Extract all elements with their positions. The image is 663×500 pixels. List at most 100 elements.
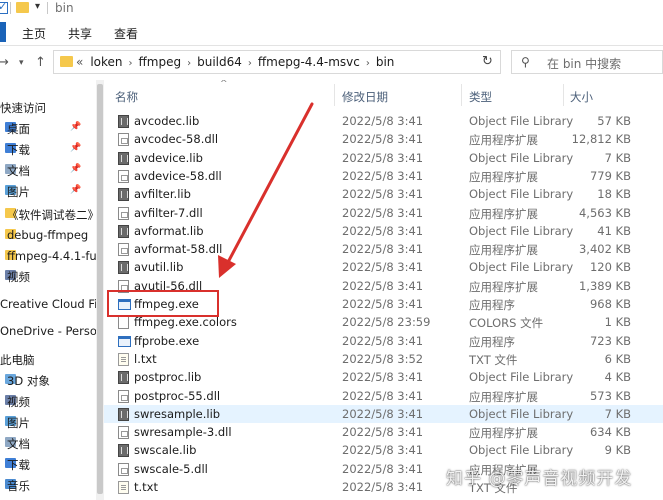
exe-file-icon: [118, 335, 131, 347]
lib-file-icon: [118, 444, 129, 458]
file-date: 2022/5/8 3:41: [342, 223, 424, 238]
tab-view[interactable]: 查看: [114, 25, 138, 42]
table-row[interactable]: avutil.lib 2022/5/8 3:41 Object File Libra…: [104, 258, 663, 276]
file-type: 应用程序扩展: [469, 206, 538, 221]
file-type: Object File Library: [469, 223, 574, 238]
search-box[interactable]: ⚲ 在 bin 中搜索: [511, 50, 663, 74]
sidebar-item[interactable]: 桌面 📌: [0, 118, 96, 139]
table-row[interactable]: ffprobe.exe 2022/5/8 3:41 应用程序 723 KB: [104, 332, 663, 350]
sidebar-item[interactable]: 音乐: [0, 475, 96, 496]
chevron-right-icon[interactable]: ›: [187, 58, 191, 69]
table-row[interactable]: swscale.lib 2022/5/8 3:41 Object File Libr…: [104, 441, 663, 459]
sidebar-item[interactable]: 此电脑: [0, 349, 96, 370]
sidebar-item[interactable]: 视频: [0, 266, 96, 287]
sidebar-item-label: 下载: [7, 143, 30, 157]
sidebar-item[interactable]: 下载: [0, 454, 96, 475]
table-row[interactable]: avfilter.lib 2022/5/8 3:41 Object File Lib…: [104, 185, 663, 203]
sidebar-item[interactable]: 下载 📌: [0, 139, 96, 160]
watermark-text: 知乎 @零声音视频开发: [446, 469, 633, 489]
chevron-right-icon[interactable]: ›: [366, 58, 370, 69]
file-name: postproc-55.dll: [134, 388, 221, 403]
table-row[interactable]: postproc-55.dll 2022/5/8 3:41 应用程序扩展 573 KB: [104, 387, 663, 405]
file-name: swresample-3.dll: [134, 425, 232, 440]
lib-file-icon: [118, 115, 129, 128]
file-type: Object File Library: [469, 150, 574, 165]
file-menu-button[interactable]: [0, 22, 6, 42]
table-row[interactable]: avcodec.lib 2022/5/8 3:41 Object File Libr…: [104, 112, 663, 130]
breadcrumb-item[interactable]: bin: [376, 55, 395, 69]
sidebar-item[interactable]: 视频: [0, 391, 96, 412]
sidebar-item[interactable]: debug-ffmpeg: [0, 225, 96, 246]
scrollbar[interactable]: [96, 80, 104, 500]
sidebar-item[interactable]: 《软件调试卷二》: [0, 204, 96, 225]
file-name: ffmpeg.exe.colors: [134, 315, 237, 330]
folder-icon: [60, 56, 73, 67]
column-divider[interactable]: [334, 84, 335, 106]
table-row[interactable]: avfilter-7.dll 2022/5/8 3:41 应用程序扩展 4,563 K…: [104, 204, 663, 222]
up-arrow-icon[interactable]: ↑: [35, 55, 46, 70]
pin-icon[interactable]: 📌: [70, 143, 81, 153]
sidebar-item[interactable]: 3D 对象: [0, 370, 96, 391]
forward-icon[interactable]: →: [0, 55, 9, 70]
chevron-right-icon[interactable]: ›: [129, 58, 133, 69]
lib-file-icon: [118, 151, 129, 165]
tab-home[interactable]: 主页: [22, 25, 46, 42]
column-header-size[interactable]: 大小: [570, 89, 593, 105]
file-name: avformat-58.dll: [134, 242, 223, 257]
column-divider[interactable]: [461, 84, 462, 106]
pin-icon[interactable]: 📌: [70, 185, 81, 195]
checkbox-icon[interactable]: [0, 0, 8, 14]
search-input[interactable]: 在 bin 中搜索: [547, 55, 621, 72]
recent-dropdown-icon[interactable]: ▾: [19, 58, 24, 68]
file-name: avdevice.lib: [134, 150, 203, 165]
file-date: 2022/5/8 3:41: [342, 132, 424, 147]
txt-file-icon: [118, 481, 129, 494]
file-type: 应用程序扩展: [469, 279, 538, 294]
chevron-right-icon[interactable]: ›: [248, 58, 252, 69]
file-date: 2022/5/8 3:41: [342, 150, 424, 165]
breadcrumb-item[interactable]: build64: [197, 55, 242, 69]
table-row[interactable]: swresample.lib 2022/5/8 3:41 Object File L…: [104, 404, 663, 423]
table-row[interactable]: avdevice-58.dll 2022/5/8 3:41 应用程序扩展 779 KB: [104, 167, 663, 185]
quick-access-dropdown-icon[interactable]: ▾: [35, 1, 40, 12]
tab-share[interactable]: 共享: [68, 25, 92, 42]
lib-file-icon: [118, 224, 129, 238]
column-header-date[interactable]: 修改日期: [342, 89, 388, 105]
file-name: postproc.lib: [134, 370, 202, 385]
breadcrumb-item[interactable]: ffmepg-4.4-msvc: [258, 55, 360, 69]
address-bar[interactable]: « loken › ffmpeg › build64 › ffmepg-4.4-msvc › bi…: [53, 50, 518, 74]
column-header-name[interactable]: 名称: [115, 89, 138, 105]
sidebar-item[interactable]: 文档: [0, 433, 96, 454]
sidebar-item[interactable]: 图片 📌: [0, 181, 96, 202]
file-date: 2022/5/8 3:52: [342, 351, 424, 366]
sidebar-item[interactable]: 图片: [0, 412, 96, 433]
file-size: 41 KB: [597, 223, 631, 238]
refresh-icon[interactable]: ↻: [482, 54, 493, 69]
table-row[interactable]: swresample-3.dll 2022/5/8 3:41 应用程序扩展 634 K…: [104, 423, 663, 441]
column-divider[interactable]: [563, 84, 564, 106]
sidebar-item[interactable]: 快速访问: [0, 97, 96, 118]
file-name: l.txt: [134, 351, 157, 366]
pin-icon[interactable]: 📌: [70, 122, 81, 132]
file-size: 120 KB: [589, 260, 631, 275]
sidebar-item-label: debug-ffmpeg: [7, 228, 89, 242]
file-name: swscale-5.dll: [134, 461, 208, 476]
file-type: Object File Library: [469, 443, 574, 458]
file-size: 723 KB: [589, 333, 631, 348]
table-row[interactable]: avcodec-58.dll 2022/5/8 3:41 应用程序扩展 12,812 …: [104, 130, 663, 148]
sidebar-item[interactable]: Creative Cloud Files: [0, 294, 96, 315]
table-row[interactable]: avformat-58.dll 2022/5/8 3:41 应用程序扩展 3,402 …: [104, 240, 663, 258]
file-name: swresample.lib: [134, 406, 221, 421]
table-row[interactable]: avformat.lib 2022/5/8 3:41 Object File Lib…: [104, 222, 663, 240]
overflow-chevron-icon[interactable]: «: [76, 55, 83, 69]
pin-icon[interactable]: 📌: [70, 164, 81, 174]
sidebar-item[interactable]: ffmpeg-4.4.1-full: [0, 246, 96, 267]
sidebar-item[interactable]: OneDrive - Personal: [0, 321, 96, 342]
table-row[interactable]: postproc.lib 2022/5/8 3:41 Object File Lib…: [104, 368, 663, 386]
table-row[interactable]: l.txt 2022/5/8 3:52 TXT 文件 6 KB: [104, 350, 663, 368]
column-header-type[interactable]: 类型: [469, 89, 492, 105]
sidebar-item[interactable]: 文档 📌: [0, 160, 96, 181]
breadcrumb-item[interactable]: ffmpeg: [139, 55, 182, 69]
breadcrumb-item[interactable]: loken: [90, 55, 122, 69]
table-row[interactable]: avdevice.lib 2022/5/8 3:41 Object File Lib…: [104, 149, 663, 167]
